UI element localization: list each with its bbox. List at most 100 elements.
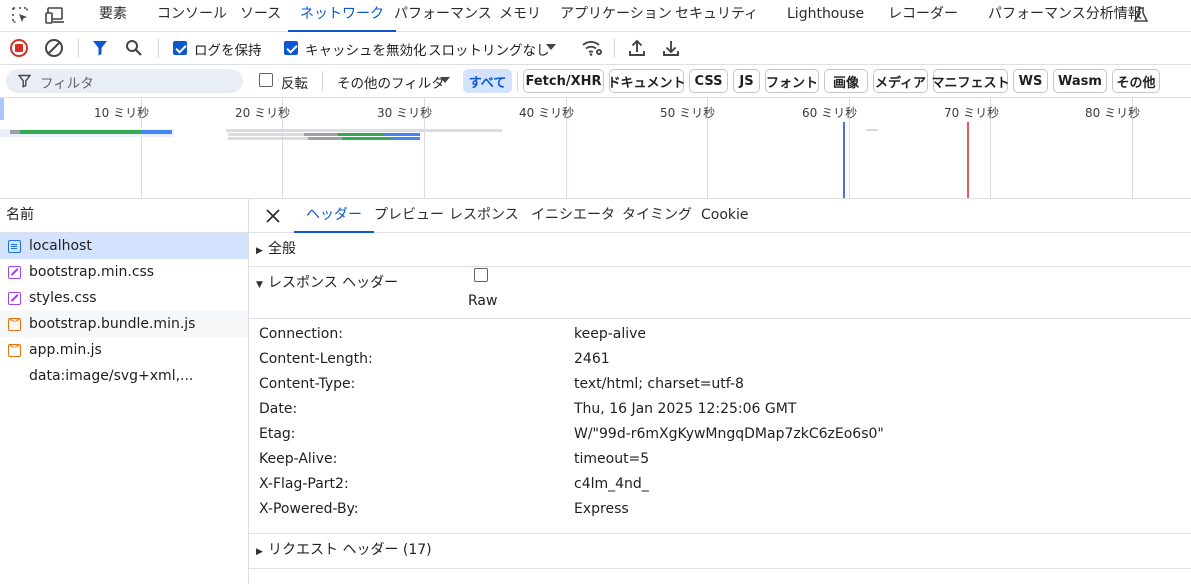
filter-divider bbox=[322, 71, 323, 91]
timeline-bar-resource bbox=[228, 133, 304, 136]
timeline-overview[interactable]: 10 ミリ秒 20 ミリ秒 30 ミリ秒 40 ミリ秒 50 ミリ秒 60 ミリ… bbox=[0, 98, 1191, 199]
tab-lighthouse[interactable]: Lighthouse bbox=[787, 0, 864, 31]
request-name: bootstrap.min.css bbox=[29, 264, 155, 280]
tab-network[interactable]: ネットワーク bbox=[288, 0, 396, 32]
timeline-tick-label: 10 ミリ秒 bbox=[94, 106, 150, 120]
device-toolbar-icon[interactable] bbox=[42, 3, 68, 27]
clear-icon[interactable] bbox=[44, 38, 64, 62]
header-name: X-Flag-Part2: bbox=[259, 476, 349, 492]
tab-timing[interactable]: タイミング bbox=[622, 199, 692, 232]
record-stop-icon[interactable] bbox=[9, 38, 29, 62]
tab-response[interactable]: レスポンス bbox=[449, 199, 519, 232]
more-filters-dropdown[interactable]: その他のフィルタ bbox=[337, 72, 445, 92]
disable-cache-checkbox[interactable] bbox=[284, 41, 298, 55]
header-value: keep-alive bbox=[574, 326, 647, 342]
dom-content-loaded-marker bbox=[843, 122, 845, 198]
request-headers-title: リクエスト ヘッダー (17) bbox=[268, 542, 432, 558]
timeline-bar-resource bbox=[228, 137, 308, 140]
header-value: Thu, 16 Jan 2025 12:25:06 GMT bbox=[574, 401, 797, 417]
import-har-upload-icon[interactable] bbox=[627, 38, 647, 62]
header-name: X-Powered-By: bbox=[259, 501, 359, 517]
preserve-log-checkbox[interactable] bbox=[173, 41, 187, 55]
type-filter-wasm[interactable]: Wasm bbox=[1053, 69, 1107, 93]
disable-cache-label[interactable]: キャッシュを無効化 bbox=[305, 39, 427, 59]
tab-memory[interactable]: メモリ bbox=[499, 0, 541, 31]
request-name: styles.css bbox=[29, 290, 97, 306]
tab-security[interactable]: セキュリティ bbox=[675, 0, 758, 31]
type-filter-font[interactable]: フォント bbox=[765, 69, 819, 93]
request-headers-toggle[interactable]: ▶ リクエスト ヘッダー (17) bbox=[256, 534, 432, 567]
filter-input[interactable]: フィルタ bbox=[6, 69, 243, 93]
request-name: data:image/svg+xml,... bbox=[29, 368, 194, 384]
filter-icon[interactable] bbox=[91, 39, 109, 61]
tab-preview[interactable]: プレビュー bbox=[374, 199, 444, 232]
timeline-bar-waiting bbox=[20, 130, 142, 134]
raw-label[interactable]: Raw bbox=[468, 293, 497, 309]
timeline-left-handle[interactable] bbox=[0, 98, 4, 120]
request-row-localhost[interactable]: localhost bbox=[0, 233, 248, 259]
type-filter-ws[interactable]: WS bbox=[1013, 69, 1048, 93]
type-filter-manifest[interactable]: マニフェスト bbox=[932, 69, 1010, 93]
type-filter-other[interactable]: その他 bbox=[1112, 69, 1160, 93]
header-name: Content-Length: bbox=[259, 351, 373, 367]
tab-sources[interactable]: ソース bbox=[240, 0, 281, 31]
request-row-data-svg[interactable]: data:image/svg+xml,... bbox=[0, 363, 248, 389]
inspect-element-icon[interactable] bbox=[7, 3, 33, 27]
request-row-styles-css[interactable]: styles.css bbox=[0, 285, 248, 311]
search-icon[interactable] bbox=[125, 39, 143, 61]
tab-application[interactable]: アプリケーション bbox=[560, 0, 672, 31]
invert-label[interactable]: 反転 bbox=[281, 72, 308, 92]
type-filter-all[interactable]: すべて bbox=[463, 69, 512, 93]
request-row-app-js[interactable]: app.min.js bbox=[0, 337, 248, 363]
raw-checkbox[interactable] bbox=[474, 268, 488, 282]
no-file-icon bbox=[8, 370, 21, 383]
toolbar-divider bbox=[614, 38, 615, 58]
general-section-title: 全般 bbox=[268, 241, 296, 257]
toolbar-divider bbox=[158, 38, 159, 58]
header-value: Express bbox=[574, 501, 629, 517]
tab-initiator[interactable]: イニシエータ bbox=[531, 199, 615, 232]
tab-cookie[interactable]: Cookie bbox=[701, 199, 749, 232]
tab-performance-insights[interactable]: パフォーマンス分析情報 bbox=[988, 0, 1142, 31]
timeline-tick-label: 20 ミリ秒 bbox=[235, 106, 291, 120]
tab-performance[interactable]: パフォーマンス bbox=[394, 0, 492, 31]
header-value: W/"99d-r6mXgKywMngqDMap7zkC6zEo6s0" bbox=[574, 426, 884, 442]
details-tab-bar: ヘッダー プレビュー レスポンス イニシエータ タイミング Cookie bbox=[249, 199, 1191, 233]
timeline-bar-resource bbox=[392, 137, 420, 140]
type-filter-css[interactable]: CSS bbox=[689, 69, 728, 93]
timeline-bar-resource bbox=[304, 133, 338, 136]
network-conditions-icon[interactable] bbox=[581, 39, 603, 61]
network-toolbar: ログを保持 キャッシュを無効化 スロットリングなし bbox=[0, 32, 1191, 65]
general-section-toggle[interactable]: ▶ 全般 bbox=[256, 233, 296, 266]
invert-checkbox[interactable] bbox=[259, 73, 273, 87]
collapse-triangle-icon: ▼ bbox=[256, 280, 263, 290]
tab-elements[interactable]: 要素 bbox=[99, 0, 127, 31]
chevron-down-icon[interactable] bbox=[545, 40, 557, 58]
header-name: Content-Type: bbox=[259, 376, 356, 392]
request-row-bootstrap-css[interactable]: bootstrap.min.css bbox=[0, 259, 248, 285]
stylesheet-file-icon bbox=[8, 291, 21, 305]
preserve-log-label[interactable]: ログを保持 bbox=[194, 39, 262, 59]
timeline-bar-download bbox=[142, 130, 172, 134]
type-filter-image[interactable]: 画像 bbox=[824, 69, 868, 93]
name-column-header[interactable]: 名前 bbox=[0, 199, 248, 233]
type-filter-document[interactable]: ドキュメント bbox=[608, 69, 686, 93]
response-headers-list: Connection: keep-alive Content-Length: 2… bbox=[249, 319, 1191, 534]
type-filter-media[interactable]: メディア bbox=[873, 69, 928, 93]
header-name: Etag: bbox=[259, 426, 296, 442]
response-headers-toggle[interactable]: ▼ レスポンス ヘッダー bbox=[256, 267, 398, 299]
chevron-down-icon[interactable] bbox=[439, 73, 451, 91]
timeline-tick-label: 60 ミリ秒 bbox=[802, 106, 858, 120]
throttling-select[interactable]: スロットリングなし bbox=[428, 39, 550, 59]
type-filter-js[interactable]: JS bbox=[733, 69, 760, 93]
request-name: localhost bbox=[29, 238, 92, 254]
tab-recorder[interactable]: レコーダー bbox=[888, 0, 958, 31]
request-row-bootstrap-js[interactable]: bootstrap.bundle.min.js bbox=[0, 311, 248, 337]
tab-headers[interactable]: ヘッダー bbox=[294, 199, 374, 233]
type-filter-fetch-xhr[interactable]: Fetch/XHR bbox=[523, 69, 604, 93]
close-icon[interactable] bbox=[265, 208, 281, 228]
header-name: Keep-Alive: bbox=[259, 451, 338, 467]
tab-console[interactable]: コンソール bbox=[157, 0, 227, 31]
timeline-bar-queue bbox=[10, 130, 20, 134]
export-har-download-icon[interactable] bbox=[661, 38, 681, 62]
